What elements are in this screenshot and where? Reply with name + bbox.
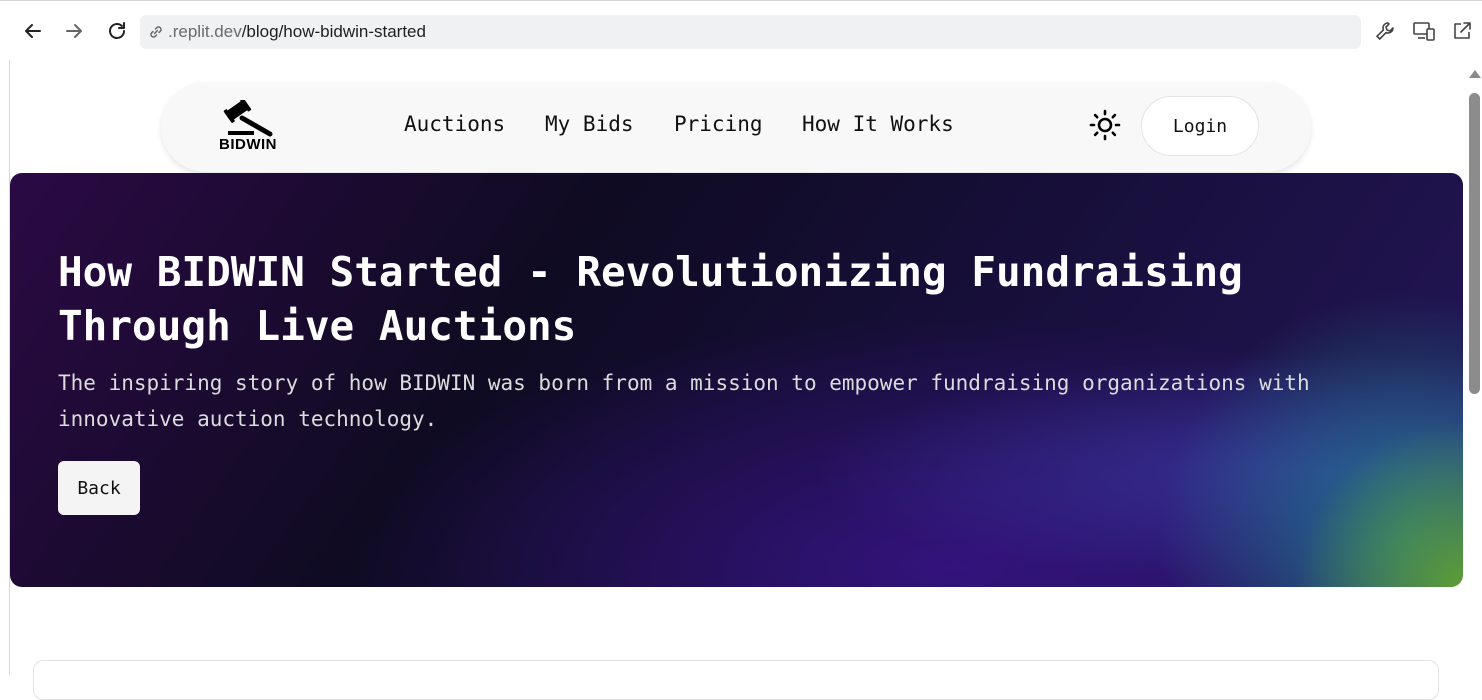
open-external-icon[interactable]	[1449, 17, 1475, 45]
title-line-1: How BIDWIN Started - Revolutionizing Fun…	[58, 248, 1243, 296]
content-card	[33, 660, 1439, 700]
scrollbar-thumb[interactable]	[1469, 93, 1480, 394]
theme-toggle-button[interactable]	[1088, 108, 1122, 142]
title-line-2: Through Live Auctions	[58, 302, 577, 350]
reload-icon[interactable]	[101, 15, 133, 47]
bidwin-logo[interactable]: BIDWIN	[218, 97, 280, 156]
page-title: How BIDWIN Started - Revolutionizing Fun…	[58, 245, 1358, 353]
url-text: .replit.dev/blog/how-bidwin-started	[168, 22, 426, 42]
page-subtitle: The inspiring story of how BIDWIN was bo…	[58, 365, 1398, 437]
nav-link-my-bids[interactable]: My Bids	[545, 112, 634, 136]
nav-link-how-it-works[interactable]: How It Works	[802, 112, 954, 136]
logo-text: BIDWIN	[219, 136, 277, 153]
wrench-icon[interactable]	[1372, 17, 1398, 45]
back-arrow-icon[interactable]	[17, 15, 49, 47]
sun-icon	[1089, 109, 1121, 141]
nav-link-pricing[interactable]: Pricing	[674, 112, 763, 136]
nav-link-auctions[interactable]: Auctions	[404, 112, 505, 136]
scroll-up-arrow-icon[interactable]	[1469, 70, 1481, 78]
link-icon	[148, 23, 166, 41]
subtitle-line-2: innovative auction technology.	[58, 407, 438, 431]
forward-arrow-icon[interactable]	[58, 15, 90, 47]
browser-toolbar: .replit.dev/blog/how-bidwin-started	[0, 0, 1482, 60]
url-path: /blog/how-bidwin-started	[241, 22, 426, 41]
login-button[interactable]: Login	[1141, 96, 1259, 156]
devices-icon[interactable]	[1411, 17, 1437, 45]
site-navbar: BIDWIN Auctions My Bids Pricing How It W…	[161, 82, 1311, 172]
hero-banner: How BIDWIN Started - Revolutionizing Fun…	[10, 173, 1463, 587]
back-button[interactable]: Back	[58, 461, 140, 515]
subtitle-line-1: The inspiring story of how BIDWIN was bo…	[58, 371, 1310, 395]
gavel-icon	[223, 97, 273, 137]
url-domain: .replit.dev	[168, 22, 242, 41]
address-bar[interactable]: .replit.dev/blog/how-bidwin-started	[140, 15, 1361, 49]
